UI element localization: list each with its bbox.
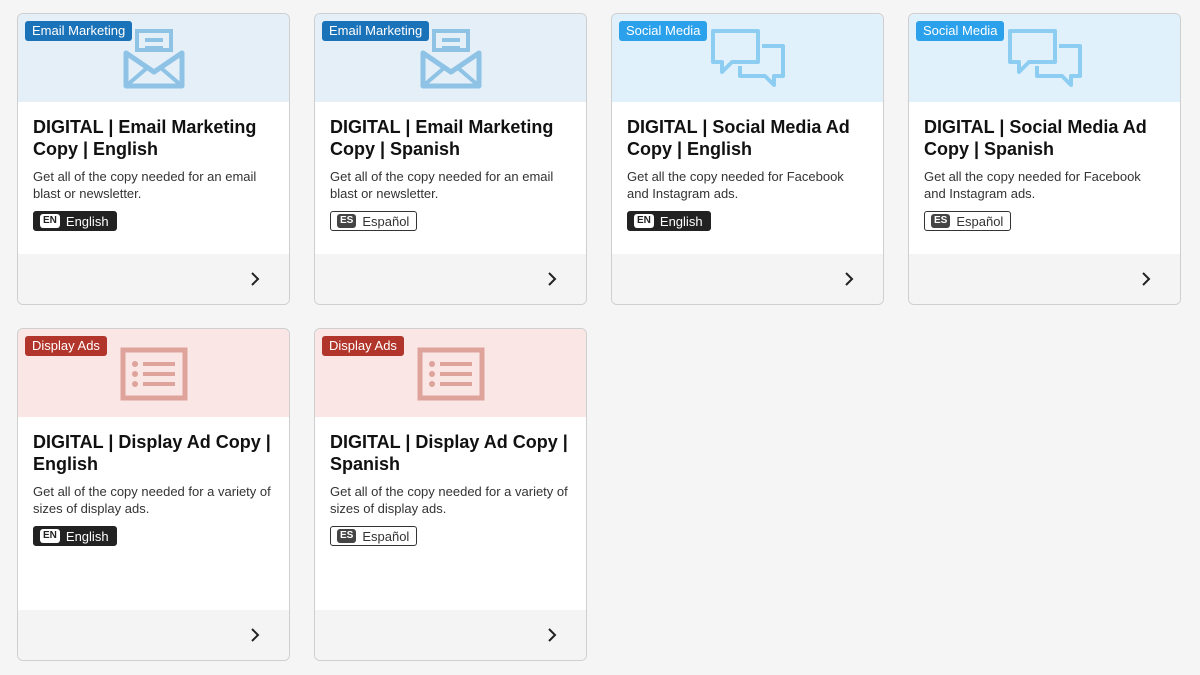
language-label: Español	[362, 528, 410, 544]
chevron-right-icon[interactable]	[1140, 271, 1152, 287]
card-title: DIGITAL | Social Media Ad Copy | Spanish	[924, 117, 1147, 159]
card-body: DIGITAL | Social Media Ad Copy | English…	[612, 102, 883, 254]
language-tag: EN English	[33, 211, 117, 231]
chat-bubbles-icon	[710, 29, 785, 87]
card-body: DIGITAL | Email Marketing Copy | Spanish…	[315, 102, 586, 254]
card-footer[interactable]	[315, 254, 586, 304]
card-hero: Social Media	[909, 14, 1180, 102]
chevron-right-icon[interactable]	[546, 271, 558, 287]
language-tag: ES Español	[330, 211, 418, 231]
card-description: Get all of the copy needed for a variety…	[33, 484, 271, 516]
card-hero: Email Marketing	[18, 14, 289, 102]
language-code: ES	[337, 214, 357, 228]
language-code: EN	[40, 529, 60, 543]
card-hero: Social Media	[612, 14, 883, 102]
card-footer[interactable]	[18, 610, 289, 660]
card-description: Get all of the copy needed for an email …	[330, 169, 554, 201]
category-badge: Display Ads	[322, 336, 404, 356]
card-body: DIGITAL | Display Ad Copy | Spanish Get …	[315, 417, 586, 610]
chevron-right-icon[interactable]	[249, 271, 261, 287]
language-label: English	[65, 528, 109, 544]
language-code: EN	[634, 214, 654, 228]
card-title: DIGITAL | Display Ad Copy | Spanish	[330, 432, 568, 474]
card-description: Get all of the copy needed for a variety…	[330, 484, 568, 516]
card-display-spanish[interactable]: Display Ads DIGITAL | Display Ad Copy | …	[314, 328, 587, 661]
card-email-english[interactable]: Email Marketing DIGITAL | Email Marketin…	[17, 13, 290, 305]
language-tag: EN English	[627, 211, 711, 231]
card-email-spanish[interactable]: Email Marketing DIGITAL | Email Marketin…	[314, 13, 587, 305]
card-title: DIGITAL | Social Media Ad Copy | English	[627, 117, 850, 159]
chat-bubbles-icon	[1007, 29, 1082, 87]
card-footer[interactable]	[315, 610, 586, 660]
category-badge: Email Marketing	[322, 21, 430, 41]
card-social-spanish[interactable]: Social Media DIGITAL | Social Media Ad C…	[908, 13, 1181, 305]
card-description: Get all of the copy needed for an email …	[33, 169, 257, 201]
category-badge: Social Media	[916, 21, 1005, 41]
chevron-right-icon[interactable]	[249, 627, 261, 643]
card-hero: Display Ads	[315, 329, 586, 417]
language-label: Español	[362, 213, 410, 229]
list-icon	[120, 347, 187, 401]
card-display-english[interactable]: Display Ads DIGITAL | Display Ad Copy | …	[17, 328, 290, 661]
card-footer[interactable]	[18, 254, 289, 304]
language-code: ES	[931, 214, 951, 228]
language-code: EN	[40, 214, 60, 228]
card-description: Get all the copy needed for Facebook and…	[924, 169, 1141, 201]
card-hero: Email Marketing	[315, 14, 586, 102]
card-description: Get all the copy needed for Facebook and…	[627, 169, 844, 201]
language-tag: EN English	[33, 526, 117, 546]
card-body: DIGITAL | Email Marketing Copy | English…	[18, 102, 289, 254]
language-tag: ES Español	[924, 211, 1012, 231]
list-icon	[417, 347, 484, 401]
card-hero: Display Ads	[18, 329, 289, 417]
card-body: DIGITAL | Social Media Ad Copy | Spanish…	[909, 102, 1180, 254]
card-title: DIGITAL | Display Ad Copy | English	[33, 432, 271, 474]
chevron-right-icon[interactable]	[843, 271, 855, 287]
envelope-icon	[123, 29, 184, 89]
language-label: English	[659, 213, 703, 229]
card-footer[interactable]	[909, 254, 1180, 304]
card-footer[interactable]	[612, 254, 883, 304]
language-code: ES	[337, 529, 357, 543]
envelope-icon	[420, 29, 481, 89]
language-label: Español	[956, 213, 1004, 229]
card-social-english[interactable]: Social Media DIGITAL | Social Media Ad C…	[611, 13, 884, 305]
category-badge: Social Media	[619, 21, 708, 41]
card-grid: Email Marketing DIGITAL | Email Marketin…	[0, 0, 1200, 675]
card-title: DIGITAL | Email Marketing Copy | English	[33, 117, 257, 159]
category-badge: Display Ads	[25, 336, 107, 356]
card-title: DIGITAL | Email Marketing Copy | Spanish	[330, 117, 554, 159]
chevron-right-icon[interactable]	[546, 627, 558, 643]
language-tag: ES Español	[330, 526, 418, 546]
card-body: DIGITAL | Display Ad Copy | English Get …	[18, 417, 289, 610]
language-label: English	[65, 213, 109, 229]
category-badge: Email Marketing	[25, 21, 133, 41]
